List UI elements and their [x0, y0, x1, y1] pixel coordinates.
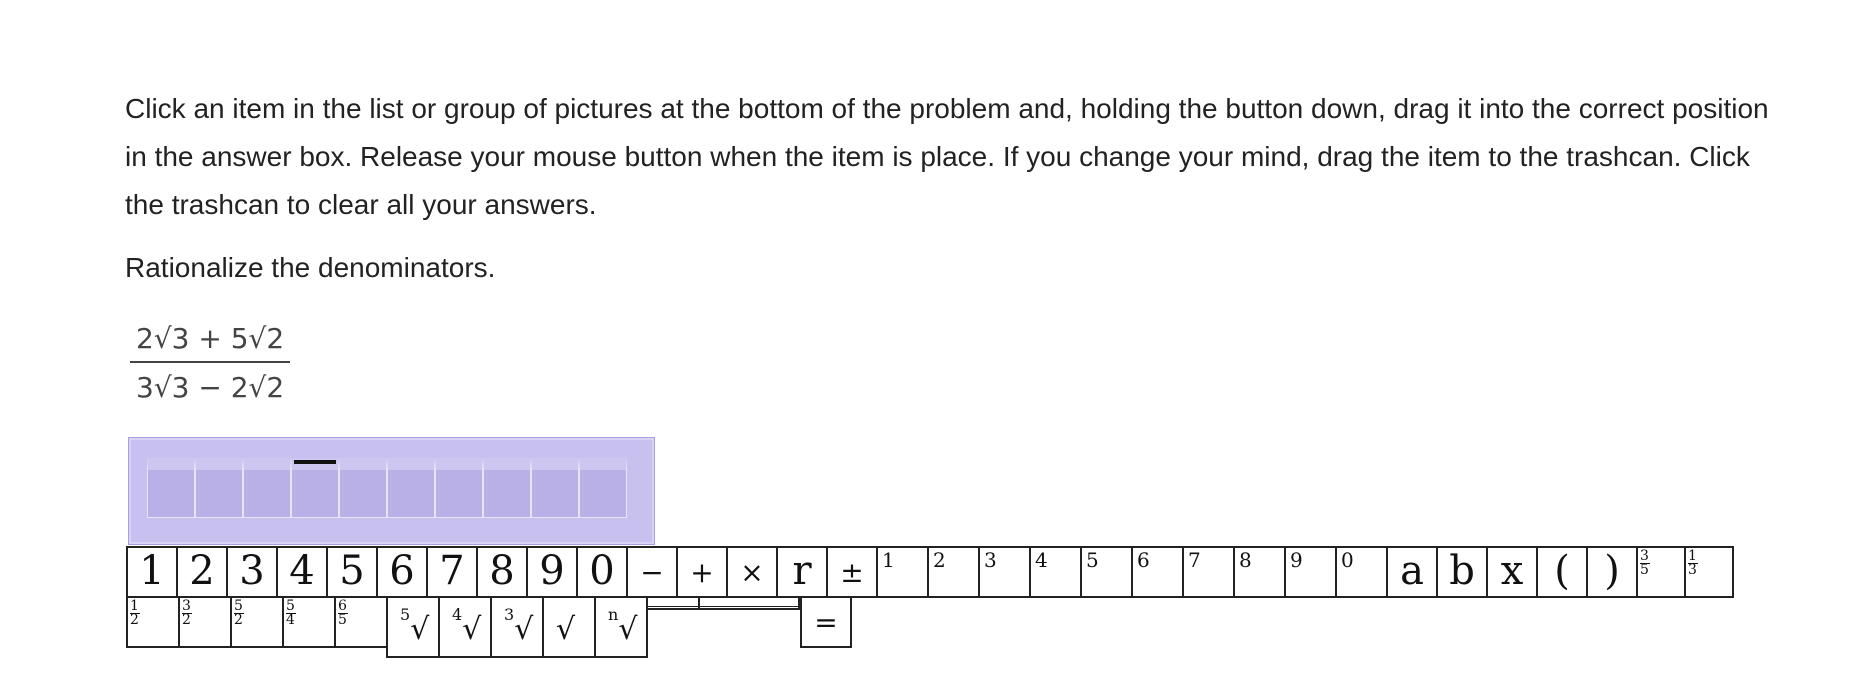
fraction-denominator: 2 — [234, 612, 243, 628]
palette-tile[interactable]: ( — [1536, 546, 1588, 598]
palette-tile[interactable]: 5 — [326, 546, 378, 598]
fraction-bar-tile[interactable] — [698, 596, 800, 610]
palette-tile[interactable]: 3 — [226, 546, 278, 598]
palette-tile[interactable]: a — [1386, 546, 1438, 598]
equals-tile[interactable]: = — [800, 596, 852, 648]
palette-tile[interactable]: 6 — [1131, 546, 1184, 598]
fraction-tile[interactable]: 52 — [230, 596, 284, 648]
radical-tile[interactable]: 5√ — [386, 596, 440, 658]
problem-expression: 2√3 + 5√2 3√3 − 2√2 — [130, 322, 291, 404]
palette-tile[interactable]: 1 — [126, 546, 178, 598]
palette-tile[interactable]: 13 — [1684, 546, 1734, 598]
radical-tile[interactable]: √ — [542, 596, 596, 658]
palette-tile[interactable]: 3 — [978, 546, 1031, 598]
fraction-tile[interactable]: 65 — [334, 596, 388, 648]
answer-slot[interactable] — [291, 458, 339, 518]
palette-tile[interactable]: 2 — [927, 546, 980, 598]
radical-sign: √ — [410, 612, 430, 647]
fraction-tile[interactable]: 12 — [126, 596, 180, 648]
palette-tile[interactable]: 0 — [576, 546, 628, 598]
palette-tile[interactable]: − — [626, 546, 678, 598]
palette-tile[interactable]: 5 — [1080, 546, 1133, 598]
palette-tile[interactable]: r — [776, 546, 828, 598]
radical-sign: √ — [618, 612, 638, 647]
palette-tile[interactable]: x — [1486, 546, 1538, 598]
answer-slot[interactable] — [339, 458, 387, 518]
radical-tile[interactable]: n√ — [594, 596, 648, 658]
radical-tile[interactable]: 3√ — [490, 596, 544, 658]
answer-slot[interactable] — [435, 458, 483, 518]
answer-box[interactable] — [128, 437, 655, 545]
palette-tile[interactable]: 2 — [176, 546, 228, 598]
radical-index: 5 — [400, 605, 411, 624]
answer-grid[interactable] — [147, 458, 627, 518]
answer-slot[interactable] — [243, 458, 291, 518]
palette-tile[interactable]: b — [1436, 546, 1488, 598]
radical-sign: √ — [556, 612, 576, 647]
fraction-denominator: 3 — [1688, 562, 1697, 578]
radical-index: n — [608, 605, 619, 624]
fraction-denominator: 5 — [1640, 562, 1649, 578]
radical-tile[interactable]: 4√ — [438, 596, 492, 658]
answer-slot[interactable] — [147, 458, 195, 518]
radical-index: 3 — [504, 605, 515, 624]
answer-slot[interactable] — [387, 458, 435, 518]
radical-sign: √ — [514, 612, 534, 647]
palette-tile[interactable]: 7 — [426, 546, 478, 598]
palette-tile[interactable]: × — [726, 546, 778, 598]
fraction-tile[interactable]: 32 — [178, 596, 232, 648]
answer-slot[interactable] — [195, 458, 243, 518]
palette-tile[interactable]: 8 — [476, 546, 528, 598]
palette-tile[interactable]: 1 — [876, 546, 929, 598]
radical-index: 4 — [452, 605, 463, 624]
fraction-denominator: 5 — [338, 612, 347, 628]
palette-tile[interactable]: 4 — [276, 546, 328, 598]
palette-tile[interactable]: ± — [826, 546, 878, 598]
answer-slot[interactable] — [579, 458, 627, 518]
radical-sign: √ — [462, 612, 482, 647]
fraction-bar-tile[interactable] — [646, 596, 700, 610]
palette-tile[interactable]: + — [676, 546, 728, 598]
expression-denominator: 3√3 − 2√2 — [136, 371, 285, 404]
palette-tile[interactable]: 6 — [376, 546, 428, 598]
problem-prompt: Rationalize the denominators. — [125, 252, 496, 283]
fraction-bar — [130, 361, 291, 363]
palette-tile[interactable]: 8 — [1233, 546, 1286, 598]
answer-slot[interactable] — [531, 458, 579, 518]
fraction-denominator: 4 — [286, 612, 295, 628]
answer-slot[interactable] — [483, 458, 531, 518]
palette-tile[interactable]: ) — [1586, 546, 1638, 598]
palette-tile[interactable]: 7 — [1182, 546, 1235, 598]
instructions-text: Click an item in the list or group of pi… — [125, 93, 1769, 220]
fraction-denominator: 2 — [182, 612, 191, 628]
expression-numerator: 2√3 + 5√2 — [136, 322, 285, 355]
fraction-tile[interactable]: 54 — [282, 596, 336, 648]
palette-tile[interactable]: 9 — [1284, 546, 1337, 598]
palette-tile[interactable]: 0 — [1335, 546, 1388, 598]
palette-tile[interactable]: 4 — [1029, 546, 1082, 598]
palette-tile[interactable]: 9 — [526, 546, 578, 598]
fraction-denominator: 2 — [130, 612, 139, 628]
palette-tile[interactable]: 35 — [1636, 546, 1686, 598]
